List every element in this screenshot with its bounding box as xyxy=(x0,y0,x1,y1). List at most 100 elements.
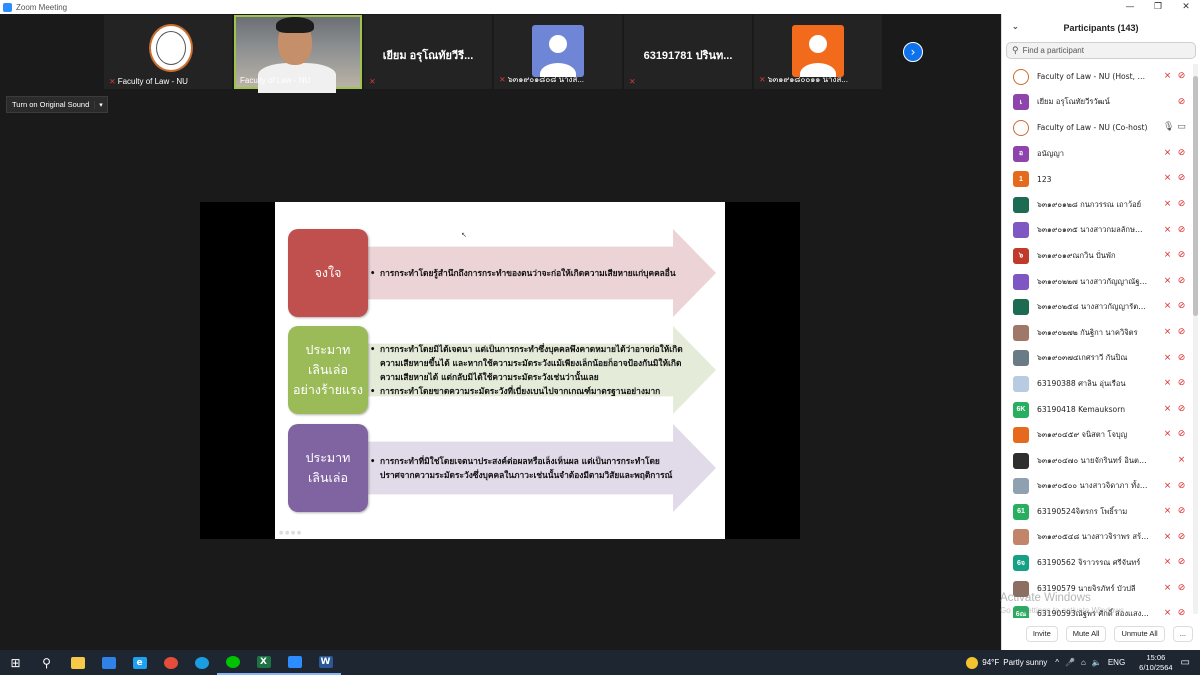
muted-mic-icon[interactable]: ⨯ xyxy=(1163,301,1172,311)
participant-row[interactable]: ๖๓๑๙๐๒๒๗ นางสาวกัญญาณัฐ แ... ⨯ ⊘ xyxy=(1002,269,1194,295)
chrome-icon[interactable] xyxy=(155,650,186,675)
clock[interactable]: 15:06 6/10/2564 xyxy=(1139,653,1172,673)
muted-mic-icon[interactable]: ⨯ xyxy=(1163,199,1172,209)
chevron-down-icon[interactable]: ⌄ xyxy=(1012,22,1019,31)
video-thumbnail[interactable]: Faculty of Law - NU xyxy=(234,15,362,93)
participant-row[interactable]: 63190388 ศาลิน อุ่นเรือน ⨯ ⊘ xyxy=(1002,371,1194,397)
weather-widget[interactable]: 94°F Partly sunny xyxy=(966,656,1047,669)
tray-caret-icon[interactable]: ^ xyxy=(1055,658,1059,667)
participant-row[interactable]: ๖๓๑๙๐๒๗๒ กันฐิกา นาควิจิตร ⨯ ⊘ xyxy=(1002,320,1194,346)
participant-row[interactable]: เ เยียม อรุโณทัยวีรวัฒน์ ▸⊘ xyxy=(1002,90,1194,116)
windows-start-icon[interactable]: ⊞ xyxy=(0,650,31,675)
next-page-icon[interactable]: › xyxy=(903,42,923,62)
muted-mic-icon[interactable]: ⨯ xyxy=(1163,250,1172,260)
video-thumbnail[interactable]: ⨯ ๖๓๑๙๑๘๐๐๑๑ นางส... xyxy=(754,15,882,89)
video-thumbnail[interactable]: 63191781 ปรินท... ⨯ xyxy=(624,15,752,89)
participant-row[interactable]: ๖๓๑๙๐๓๗๔เกศราวี กันปิณ ⨯ ⊘ xyxy=(1002,346,1194,372)
participant-row[interactable]: ออนัญญา ⨯ ⊘ xyxy=(1002,141,1194,167)
muted-mic-icon[interactable]: ⨯ xyxy=(1163,378,1172,388)
word-icon[interactable]: W xyxy=(310,650,341,675)
muted-mic-icon[interactable]: ⨯ xyxy=(1163,327,1172,337)
search-icon[interactable]: ⚲ xyxy=(31,650,62,675)
zoom-icon[interactable] xyxy=(279,650,310,675)
muted-mic-icon[interactable]: ⨯ xyxy=(1177,455,1186,465)
muted-mic-icon[interactable]: ⨯ xyxy=(1163,71,1172,81)
muted-mic-icon[interactable]: ⨯ xyxy=(1163,276,1172,286)
muted-mic-icon[interactable]: ⨯ xyxy=(1163,557,1172,567)
video-thumbnail[interactable]: ⨯ Faculty of Law - NU xyxy=(104,15,232,89)
chevron-down-icon[interactable]: ▾ xyxy=(94,100,107,109)
more-button[interactable]: ... xyxy=(1172,626,1193,642)
video-off-icon[interactable]: ⊘ xyxy=(1177,378,1186,388)
internet-explorer-icon[interactable]: e xyxy=(124,650,155,675)
excel-icon[interactable]: X xyxy=(248,650,279,675)
video-off-icon[interactable]: ⊘ xyxy=(1177,301,1186,311)
muted-mic-icon[interactable]: ⨯ xyxy=(1163,532,1172,542)
video-off-icon[interactable]: ⊘ xyxy=(1177,404,1186,414)
video-off-icon[interactable]: ⊘ xyxy=(1177,608,1186,618)
scrollbar[interactable] xyxy=(1193,64,1198,614)
video-off-icon[interactable]: ⊘ xyxy=(1177,327,1186,337)
video-off-icon[interactable]: ⊘ xyxy=(1177,148,1186,158)
close-button[interactable]: ✕ xyxy=(1172,0,1200,14)
maximize-button[interactable]: ❐ xyxy=(1144,0,1172,14)
video-off-icon[interactable]: ⊘ xyxy=(1177,506,1186,516)
participant-row[interactable]: 1 123 ⨯ ⊘ xyxy=(1002,166,1194,192)
language-indicator[interactable]: ENG xyxy=(1108,658,1125,667)
participant-row[interactable]: Faculty of Law - NU (Host, me) ⨯ ⊘ xyxy=(1002,64,1194,90)
unmute-all-button[interactable]: Unmute All xyxy=(1114,626,1165,642)
participant-row[interactable]: ๖๖๓๑๙๐๑๙ณกวิน ปั่นพัก ⨯ ⊘ xyxy=(1002,243,1194,269)
original-sound-button[interactable]: Turn on Original Sound xyxy=(7,100,94,109)
muted-mic-icon[interactable]: ⨯ xyxy=(1163,608,1172,618)
video-off-icon[interactable]: ⊘ xyxy=(1177,583,1186,593)
video-off-icon[interactable]: ⊘ xyxy=(1177,532,1186,542)
participant-row[interactable]: ๖๓๑๙๐๑๒๘ กนกวรรณ เถาว้อย์ ⨯ ⊘ xyxy=(1002,192,1194,218)
muted-mic-icon[interactable]: ⨯ xyxy=(1163,583,1172,593)
search-input[interactable]: Find a participant xyxy=(1023,46,1084,55)
video-off-icon[interactable]: ⊘ xyxy=(1177,276,1186,286)
participant-row[interactable]: Faculty of Law - NU (Co-host) 🎙 ▭ xyxy=(1002,115,1194,141)
mute-all-button[interactable]: Mute All xyxy=(1065,626,1107,642)
muted-mic-icon[interactable]: ⨯ xyxy=(1163,173,1172,183)
network-icon[interactable]: ⌂ xyxy=(1081,658,1086,667)
muted-mic-icon[interactable]: ⨯ xyxy=(1163,225,1172,235)
participant-row[interactable]: ๖๓๑๙๐๑๓๕ นางสาวกมลลักษณ์ ค... ⨯ ⊘ xyxy=(1002,218,1194,244)
line-icon[interactable] xyxy=(217,650,248,675)
participant-row[interactable]: 61 63190524จิตรกร โพธิ์ราม ⨯ ⊘ xyxy=(1002,499,1194,525)
participant-search[interactable]: ⚲ Find a participant xyxy=(1006,42,1196,59)
participant-row[interactable]: 6จ 63190562 จิราวรรณ ศรีจันทร์ ⨯ ⊘ xyxy=(1002,550,1194,576)
notification-icon[interactable]: ▭ xyxy=(1181,657,1190,668)
participant-row[interactable]: ๖๓๑๙๐๕๐๐ นางสาวจิดาภา ทั้งไชย ⨯ ⊘ xyxy=(1002,474,1194,500)
microphone-icon[interactable]: 🎙 xyxy=(1163,122,1174,132)
participant-row[interactable]: ๖๓๑๙๐๔๗๐ นายจักรินทร์ อินตามูล ⨯ xyxy=(1002,448,1194,474)
minimize-button[interactable]: — xyxy=(1116,0,1144,14)
participant-row[interactable]: ๖๓๑๙๐๔๕๙ จนิสตา โจบุญ ⨯ ⊘ xyxy=(1002,422,1194,448)
video-camera-icon[interactable]: ▭ xyxy=(1177,122,1186,132)
video-off-icon[interactable]: ⊘ xyxy=(1177,71,1186,81)
mail-icon[interactable] xyxy=(93,650,124,675)
participant-row[interactable]: ๖๓๑๙๐๒๕๘ นางสาวกัญญารัตน์ ... ⨯ ⊘ xyxy=(1002,294,1194,320)
video-off-icon[interactable]: ⊘ xyxy=(1177,557,1186,567)
participant-row[interactable]: ๖๓๑๙๐๕๔๘ นางสาวจิราพร สร้อย... ⨯ ⊘ xyxy=(1002,525,1194,551)
edge-icon[interactable] xyxy=(186,650,217,675)
video-off-icon[interactable]: ⊘ xyxy=(1177,481,1186,491)
muted-mic-icon[interactable]: ⨯ xyxy=(1163,404,1172,414)
muted-mic-icon[interactable]: ⨯ xyxy=(1163,148,1172,158)
video-off-icon[interactable]: ⊘ xyxy=(1177,97,1186,107)
video-thumbnail[interactable]: เยียม อรุโณทัยวีรี... ⨯ xyxy=(364,15,492,89)
volume-icon[interactable]: 🔈 xyxy=(1092,658,1102,667)
muted-mic-icon[interactable]: ⨯ xyxy=(1163,506,1172,516)
muted-mic-icon[interactable]: ⨯ xyxy=(1163,429,1172,439)
video-off-icon[interactable]: ⊘ xyxy=(1177,173,1186,183)
muted-mic-icon[interactable]: ⨯ xyxy=(1163,353,1172,363)
video-thumbnail[interactable]: ⨯ ๖๓๑๙๐๑๘๐๘ นางส... xyxy=(494,15,622,89)
microphone-icon[interactable]: 🎤 xyxy=(1065,658,1075,667)
video-off-icon[interactable]: ⊘ xyxy=(1177,353,1186,363)
participant-row[interactable]: 6K 63190418 Kemauksorn ⨯ ⊘ xyxy=(1002,397,1194,423)
video-off-icon[interactable]: ⊘ xyxy=(1177,250,1186,260)
scrollbar-thumb[interactable] xyxy=(1193,76,1198,316)
video-off-icon[interactable]: ⊘ xyxy=(1177,429,1186,439)
muted-mic-icon[interactable]: ⨯ xyxy=(1163,481,1172,491)
video-off-icon[interactable]: ⊘ xyxy=(1177,199,1186,209)
file-explorer-icon[interactable] xyxy=(62,650,93,675)
